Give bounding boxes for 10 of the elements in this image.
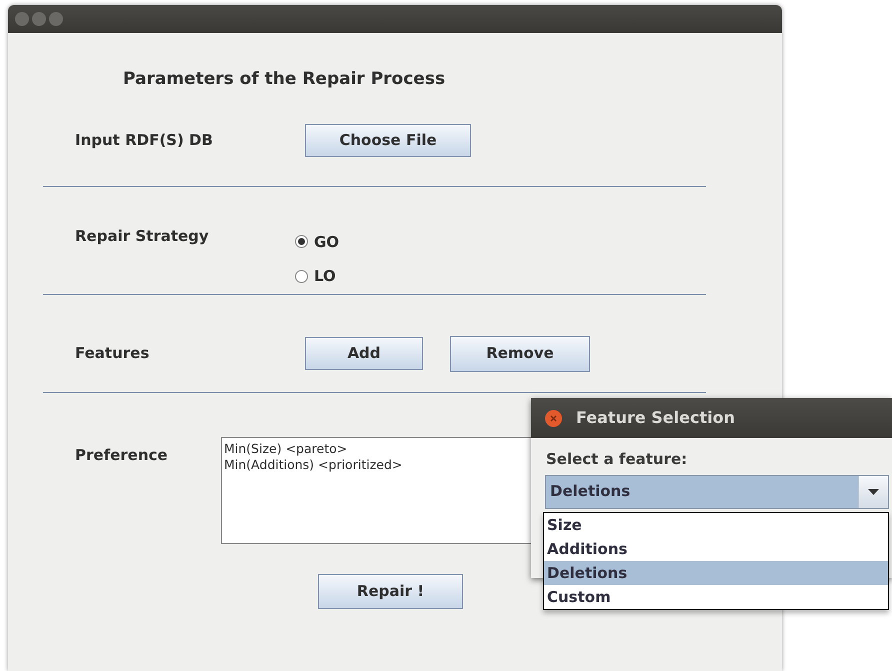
dialog-title: Feature Selection <box>576 407 735 429</box>
field-label: Input RDF(S) DB <box>75 130 213 149</box>
list-item: Min(Additions) <prioritized> <box>224 456 404 472</box>
list-item: Min(Size) <pareto> <box>224 440 348 456</box>
dialog-heading: Parameters of the Repair Process <box>123 68 446 91</box>
field-label: Features <box>75 344 150 362</box>
field-label: Preference <box>75 446 168 464</box>
field-label: Repair Strategy <box>75 226 209 244</box>
radio-label: GO <box>314 232 340 252</box>
radio-label: LO <box>314 266 336 287</box>
